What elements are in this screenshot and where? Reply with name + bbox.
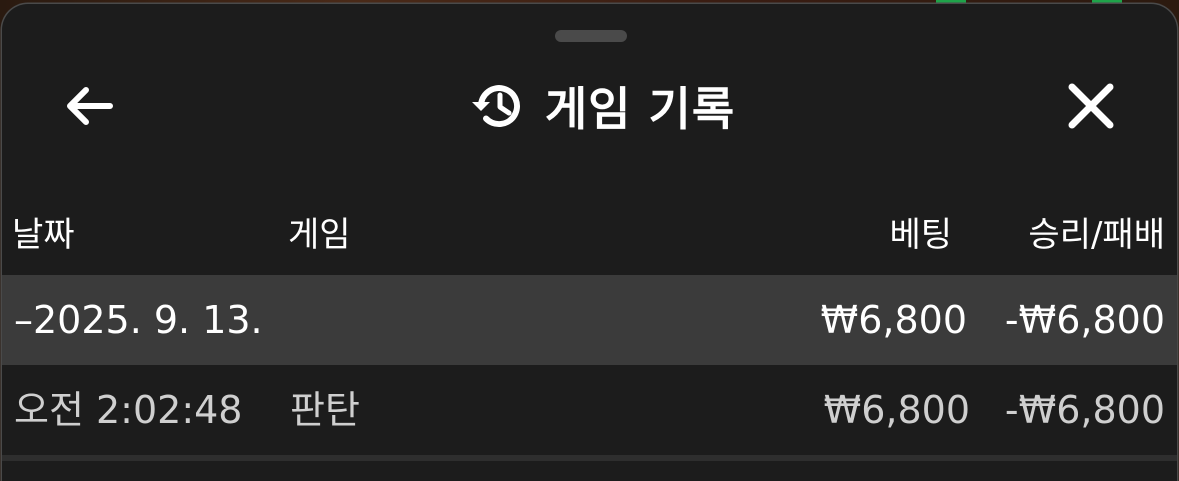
column-header-game: 게임 bbox=[288, 215, 351, 255]
history-icon bbox=[471, 85, 520, 128]
page-title-text: 게임 기록 bbox=[544, 82, 736, 136]
drag-handle[interactable] bbox=[555, 30, 627, 42]
close-icon bbox=[1068, 83, 1114, 129]
row-game: 판탄 bbox=[290, 388, 360, 432]
sheet-header: 게임 기록 bbox=[2, 64, 1177, 144]
arrow-left-icon bbox=[67, 87, 113, 125]
column-header-win-loss: 승리/패배 bbox=[1028, 215, 1165, 255]
table-row[interactable]: 오전 2:02:48 판탄 ₩6,800 -₩6,800 bbox=[2, 365, 1177, 461]
close-button[interactable] bbox=[1058, 76, 1124, 136]
row-win-loss: -₩6,800 bbox=[1004, 388, 1165, 432]
game-history-sheet: 게임 기록 날짜 게임 베팅 승리/패배 –2025. 9. 13. ₩6,80… bbox=[2, 4, 1177, 481]
row-bet: ₩6,800 bbox=[823, 388, 970, 432]
date-group-bet-total: ₩6,800 bbox=[820, 298, 967, 342]
row-time: 오전 2:02:48 bbox=[14, 388, 243, 432]
date-group-label: –2025. 9. 13. bbox=[14, 298, 263, 342]
column-header-bet: 베팅 bbox=[889, 215, 952, 255]
date-group-win-loss-total: -₩6,800 bbox=[1004, 298, 1165, 342]
date-group-row[interactable]: –2025. 9. 13. ₩6,800 -₩6,800 bbox=[2, 275, 1177, 365]
column-header-date: 날짜 bbox=[12, 215, 75, 255]
back-button[interactable] bbox=[56, 78, 120, 134]
page-title: 게임 기록 bbox=[422, 70, 782, 142]
